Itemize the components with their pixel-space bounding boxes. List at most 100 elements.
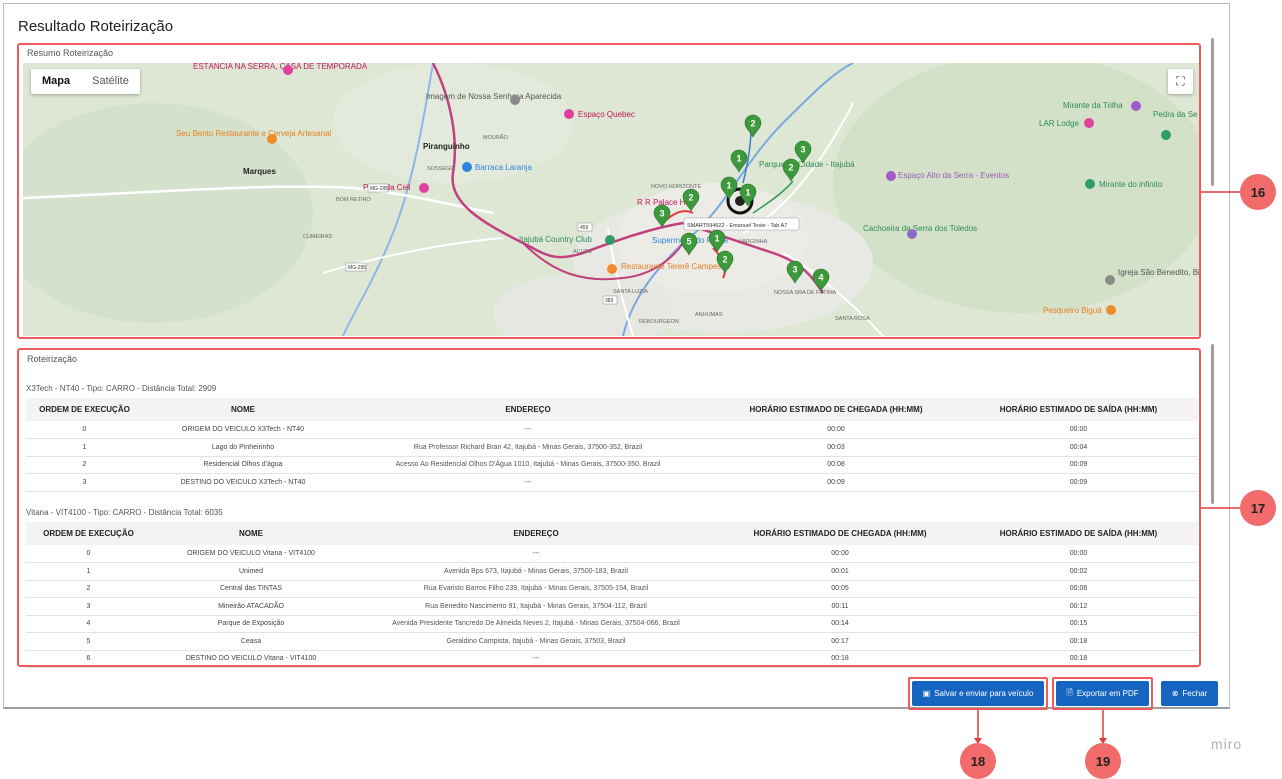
cell-name: Mineirão ATACADÃO	[151, 597, 351, 616]
cell-arrival: 00:09	[713, 473, 959, 492]
fullscreen-button[interactable]: ⛶	[1168, 69, 1193, 94]
cell-name: Parque de Exposição	[151, 615, 351, 633]
cell-departure: 00:15	[959, 615, 1198, 633]
place-label: Espaço Quebec	[578, 110, 635, 119]
place-label: Piranguinho	[423, 142, 470, 151]
district-label: NOSSA SRA DE FÁTIMA	[774, 289, 837, 296]
route-map[interactable]: ESTÂNCIA NA SERRA, CASA DE TEMPORADA Ima…	[23, 63, 1199, 336]
place-label: Pedra da Se	[1153, 110, 1198, 119]
marker-label: 2	[688, 193, 693, 203]
district-label: VARGINHA	[739, 239, 768, 245]
close-icon: ⊗	[1171, 689, 1179, 698]
place-label: Seu Bento Restaurante e Cerveja Artesana…	[176, 129, 331, 138]
cell-order: 3	[26, 473, 143, 492]
cell-arrival: 00:01	[721, 562, 959, 581]
cell-name: Ceasa	[151, 632, 351, 651]
cell-departure: 00:18	[959, 650, 1198, 668]
routing-table-vehicle-2: ORDEM DE EXECUÇÃO NOME ENDEREÇO HORÁRIO …	[26, 522, 1198, 668]
district-label: REBOURGEON	[639, 319, 679, 325]
cell-name: ORIGEM DO VEICULO X3Tech - NT40	[143, 421, 343, 439]
cell-order: 3	[26, 597, 151, 616]
close-label: Fechar	[1182, 689, 1208, 698]
cell-arrival: 00:14	[721, 615, 959, 633]
cell-address: Avenida Bps 673, Itajubá - Minas Gerais,…	[351, 562, 721, 581]
table-row: 1 Unimed Avenida Bps 673, Itajubá - Minas …	[26, 562, 1198, 581]
table-row: 6 DESTINO DO VEICULO Vitana - VIT4100 --- 0…	[26, 650, 1198, 668]
cell-departure: 00:09	[959, 456, 1198, 474]
place-label: Mirante do infinito	[1099, 180, 1163, 189]
place-label: Cachoeira da Serra dos Toledos	[863, 224, 977, 233]
table-row: 0 ORIGEM DO VEICULO X3Tech - NT40 --- 00:00…	[26, 421, 1198, 439]
marker-label: 3	[800, 145, 805, 155]
place-label: Pesqueiro Biguá	[1043, 306, 1102, 315]
table-row: 5 Ceasa Geraldino Campista, Itajubá - Mina…	[26, 632, 1198, 651]
cell-departure: 00:18	[959, 632, 1198, 651]
place-label: Espaço Alto da Serra - Eventos	[898, 171, 1009, 180]
cell-arrival: 00:00	[721, 545, 959, 563]
cell-name: DESTINO DO VEICULO X3Tech - NT40	[143, 473, 343, 492]
vehicle-group-title: Vitana - VIT4100 - Tipo: CARRO - Distânc…	[26, 508, 223, 517]
map-type-satellite-button[interactable]: Satélite	[81, 69, 140, 94]
cell-name: Unimed	[151, 562, 351, 581]
close-button[interactable]: ⊗ Fechar	[1161, 681, 1218, 706]
place-label: Restaurante Tererê Campestre	[621, 262, 731, 271]
cell-departure: 00:12	[959, 597, 1198, 616]
export-pdf-label: Exportar em PDF	[1076, 689, 1139, 698]
marker-label: 3	[659, 209, 664, 219]
cell-order: 0	[26, 545, 151, 563]
cell-order: 6	[26, 650, 151, 668]
column-header: HORÁRIO ESTIMADO DE SAÍDA (HH:MM)	[959, 522, 1198, 545]
cell-arrival: 00:18	[721, 650, 959, 668]
map-canvas: ESTÂNCIA NA SERRA, CASA DE TEMPORADA Ima…	[23, 63, 1199, 336]
marker-label: 5	[686, 237, 691, 247]
cell-arrival: 00:05	[721, 580, 959, 598]
road-shield: 459	[580, 225, 589, 231]
cell-order: 2	[26, 580, 151, 598]
district-label: SANTA ROSA	[835, 316, 870, 322]
cell-address: Rua Professor Richard Bran 42, Itajubá -…	[343, 438, 713, 457]
table-row: 4 Parque de Exposição Avenida Presidente T…	[26, 615, 1198, 633]
place-label: Marques	[243, 167, 276, 176]
cell-order: 5	[26, 632, 151, 651]
fullscreen-icon: ⛶	[1176, 74, 1185, 88]
cell-order: 2	[26, 456, 143, 474]
place-label: Igreja São Benedito, Biguá	[1118, 268, 1199, 277]
marker-label: 4	[818, 273, 823, 283]
marker-label: 2	[750, 119, 755, 129]
cell-departure: 00:04	[959, 438, 1198, 457]
routing-scrollbar[interactable]	[1211, 344, 1214, 504]
miro-watermark: miro	[1211, 736, 1243, 752]
marker-label: 3	[792, 265, 797, 275]
place-label: Itajubá Country Club	[519, 235, 592, 244]
district-label: MOURÃO	[483, 134, 508, 141]
column-header: ENDEREÇO	[343, 398, 713, 421]
district-label: SANTA LUZIA	[613, 289, 648, 295]
cell-order: 1	[26, 438, 143, 457]
marker-label: 1	[726, 181, 731, 191]
column-header: HORÁRIO ESTIMADO DE CHEGADA (HH:MM)	[721, 522, 959, 545]
district-label: AÇUDE	[573, 249, 593, 255]
column-header: HORÁRIO ESTIMADO DE SAÍDA (HH:MM)	[959, 398, 1198, 421]
routing-table-vehicle-1: ORDEM DE EXECUÇÃO NOME ENDEREÇO HORÁRIO …	[26, 398, 1198, 492]
save-send-button[interactable]: ▣ Salvar e enviar para veículo	[912, 681, 1044, 706]
export-pdf-button[interactable]: 🗎 Exportar em PDF	[1056, 681, 1149, 706]
annotation-badge-16: 16	[1240, 174, 1276, 210]
map-scrollbar[interactable]	[1211, 38, 1214, 186]
cell-address: ---	[351, 545, 721, 563]
road-shield: 383	[605, 298, 614, 304]
save-send-label: Salvar e enviar para veículo	[934, 689, 1034, 698]
annotation-badge-18: 18	[960, 743, 996, 779]
annotation-badge-19: 19	[1085, 743, 1121, 779]
column-header: ORDEM DE EXECUÇÃO	[26, 398, 143, 421]
map-type-map-button[interactable]: Mapa	[31, 69, 81, 94]
cell-departure: 00:09	[959, 473, 1198, 492]
board-canvas: Resultado Roteirização Resumo Roteirizaç…	[0, 0, 1282, 779]
cell-departure: 00:00	[959, 545, 1198, 563]
cell-arrival: 00:03	[713, 438, 959, 457]
table-row: 3 Mineirão ATACADÃO Rua Benedito Nasciment…	[26, 597, 1198, 616]
place-label: Parque da Cidade - Itajubá	[759, 160, 855, 169]
cell-arrival: 00:17	[721, 632, 959, 651]
road-shield: MG-295	[348, 265, 366, 271]
marker-label: 1	[714, 234, 719, 244]
marker-label: 1	[745, 188, 750, 198]
